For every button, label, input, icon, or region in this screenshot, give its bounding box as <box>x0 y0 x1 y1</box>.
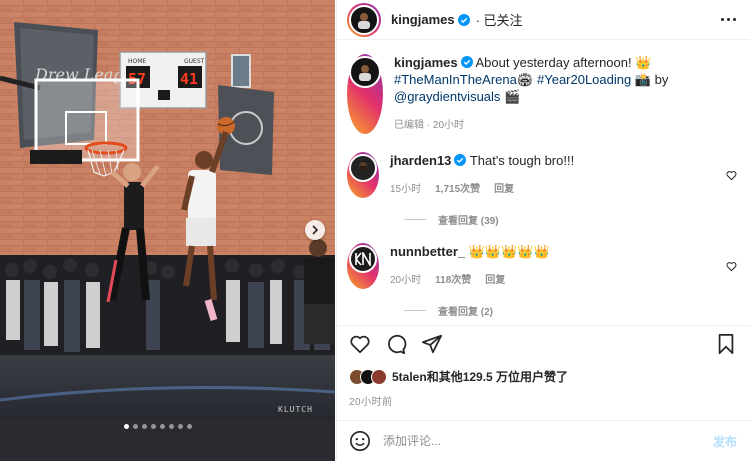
carousel-dot <box>160 424 165 429</box>
share-icon[interactable] <box>421 333 443 355</box>
avatar-image <box>355 252 371 266</box>
liker-username[interactable]: 5talen <box>392 370 427 384</box>
caption-emoji: 📸 <box>634 72 652 87</box>
comment-username[interactable]: jharden13 <box>390 153 451 168</box>
comment-username[interactable]: nunnbetter_ <box>390 244 465 259</box>
comment-text: That's tough bro!!! <box>469 153 575 168</box>
comment-composer: 发布 <box>337 420 750 461</box>
action-bar <box>349 330 736 358</box>
comment-avatar[interactable] <box>347 243 379 289</box>
author-username[interactable]: kingjames <box>391 12 455 27</box>
view-replies-label: 查看回复 (2) <box>438 307 493 318</box>
carousel-dot <box>124 424 129 429</box>
follow-status[interactable]: · 已关注 <box>476 10 523 29</box>
heart-icon[interactable] <box>726 170 737 181</box>
caption-emoji: 🏟 <box>516 72 534 87</box>
caption: kingjames About yesterday afternoon! 👑 #… <box>347 54 737 134</box>
caption-edited-time: 已编辑 · 20小时 <box>394 120 465 131</box>
view-replies-button[interactable]: 查看回复 (39) <box>404 212 737 227</box>
comment-likes[interactable]: 118次赞 <box>435 272 471 289</box>
comment-avatar[interactable] <box>347 152 379 198</box>
carousel-dot <box>133 424 138 429</box>
comment-meta: 20小时 118次赞 回复 <box>390 272 715 289</box>
comment-time: 20小时 <box>390 275 422 286</box>
scoreboard-guest-score: 41 <box>180 70 198 88</box>
verified-icon <box>460 56 473 68</box>
likes-summary[interactable]: 5talen和其他129.5 万位用户赞了 <box>349 368 568 385</box>
bookmark-icon[interactable] <box>716 333 736 355</box>
view-replies-button[interactable]: 查看回复 (2) <box>404 303 737 318</box>
carousel-next-button[interactable] <box>305 220 325 240</box>
photo-illustration: Drew League HOME GUEST 57 41 <box>0 0 335 461</box>
comment-likes[interactable]: 1,715次赞 <box>435 181 480 198</box>
author-avatar[interactable] <box>347 2 381 37</box>
comment-icon[interactable] <box>385 333 407 355</box>
emoji-icon[interactable] <box>349 430 371 452</box>
caption-avatar[interactable] <box>347 54 383 134</box>
carousel-dot <box>169 424 174 429</box>
reply-button[interactable]: 回复 <box>494 181 514 198</box>
photo-watermark: KLUTCH <box>278 405 313 414</box>
more-options-button[interactable] <box>721 18 736 21</box>
post-details-panel: kingjames · 已关注 kingjames About yesterda… <box>336 0 750 461</box>
carousel-dot <box>187 424 192 429</box>
liker-avatar <box>371 368 387 385</box>
post-timestamp: 20小时前 <box>349 397 393 408</box>
post-header: kingjames · 已关注 <box>337 0 750 40</box>
more-icon <box>721 18 724 21</box>
carousel-dot <box>151 424 156 429</box>
hashtag-link[interactable]: #TheManInTheArena <box>394 72 517 87</box>
comment-input[interactable] <box>383 434 713 448</box>
reply-button[interactable]: 回复 <box>485 272 505 289</box>
carousel-dot <box>142 424 147 429</box>
scoreboard-home-label: HOME <box>128 58 146 65</box>
comment-time: 15小时 <box>390 184 422 195</box>
chevron-right-icon <box>312 225 319 235</box>
view-replies-label: 查看回复 (39) <box>438 216 499 227</box>
carousel-dot <box>178 424 183 429</box>
verified-icon <box>457 13 470 26</box>
comments-section: kingjames About yesterday afternoon! 👑 #… <box>337 40 750 326</box>
post-comment-button[interactable]: 发布 <box>713 433 737 450</box>
post-photo[interactable]: Drew League HOME GUEST 57 41 <box>0 0 335 461</box>
avatar-image <box>359 65 371 81</box>
heart-icon[interactable] <box>726 261 737 272</box>
comment-item: nunnbetter_ 👑👑👑👑👑 20小时 118次赞 回复 <box>347 243 737 289</box>
carousel-dots <box>124 424 192 429</box>
caption-text: About yesterday afternoon! 👑 <box>475 55 652 70</box>
caption-username[interactable]: kingjames <box>394 55 458 70</box>
avatar-image <box>359 162 367 170</box>
comment-meta: 15小时 1,715次赞 回复 <box>390 181 715 198</box>
hashtag-link[interactable]: #Year20Loading <box>537 72 631 87</box>
caption-by: by <box>654 72 669 87</box>
caption-emoji: 🎬 <box>504 89 521 104</box>
caption-meta: 已编辑 · 20小时 <box>394 117 737 134</box>
comment-item: jharden13 That's tough bro!!! 15小时 1,715… <box>347 152 737 198</box>
avatar-image <box>358 12 370 29</box>
verified-icon <box>454 154 467 166</box>
heart-icon[interactable] <box>349 333 371 355</box>
scoreboard-guest-label: GUEST <box>184 58 205 65</box>
likes-count-text[interactable]: 和其他129.5 万位用户赞了 <box>427 370 568 384</box>
comment-text: 👑👑👑👑👑 <box>468 244 550 259</box>
mention-link[interactable]: @graydientvisuals <box>394 89 500 104</box>
